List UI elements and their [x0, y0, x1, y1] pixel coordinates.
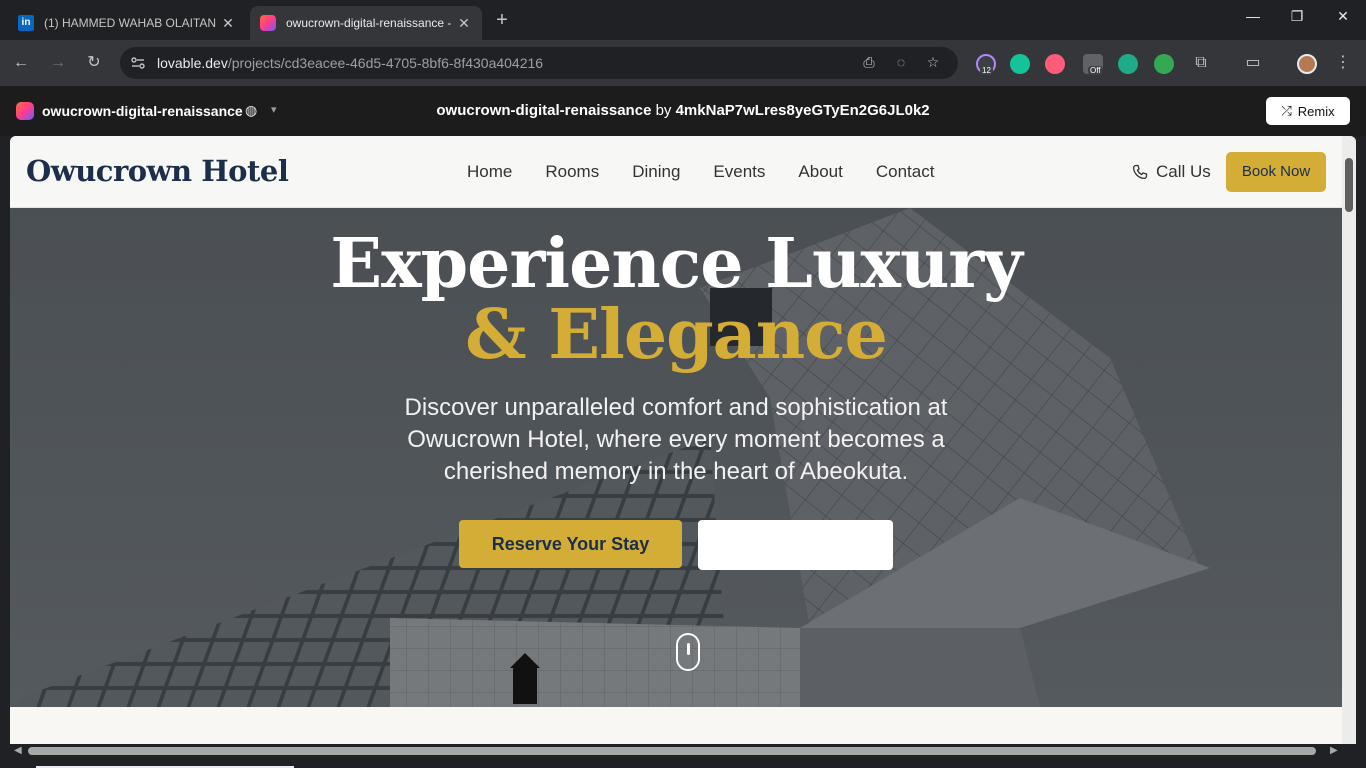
- book-now-button[interactable]: Book Now: [1226, 152, 1326, 192]
- new-tab-icon[interactable]: +: [492, 9, 512, 32]
- menu-kebab-icon[interactable]: ⋮: [1332, 52, 1354, 74]
- url-text: lovable.dev/projects/cd3eacee-46d5-4705-…: [157, 55, 544, 71]
- reserve-stay-button[interactable]: Reserve Your Stay: [459, 520, 682, 568]
- tab-linkedin[interactable]: in (1) HAMMED WAHAB OLAITAN ✕: [8, 6, 246, 40]
- profile-avatar[interactable]: [1297, 54, 1317, 74]
- remix-button[interactable]: ⤮ Remix: [1266, 97, 1350, 125]
- hero-subtitle: Discover unparalleled comfort and sophis…: [404, 394, 948, 485]
- minimize-icon[interactable]: —: [1230, 8, 1276, 24]
- close-tab-icon[interactable]: ✕: [220, 15, 236, 32]
- install-app-icon[interactable]: ⎙: [860, 54, 878, 72]
- linkedin-icon: in: [18, 15, 34, 31]
- scroll-right-icon[interactable]: ▶: [1330, 745, 1338, 756]
- forward-icon[interactable]: →: [47, 52, 69, 74]
- bookmark-star-icon[interactable]: ☆: [924, 54, 942, 72]
- extension-icon[interactable]: [1045, 54, 1065, 74]
- browser-tab-strip: in (1) HAMMED WAHAB OLAITAN ✕ owucrown-d…: [0, 0, 1366, 40]
- preview-viewport: Owucrown Hotel Home Rooms Dining Events …: [10, 136, 1356, 758]
- attribution-project: owucrown-digital-renaissance: [436, 102, 652, 119]
- tab-title: owucrown-digital-renaissance -: [286, 16, 452, 30]
- browser-toolbar: ← → ↻ lovable.dev/projects/cd3eacee-46d5…: [0, 40, 1366, 86]
- horizontal-scrollbar[interactable]: ◀ ▶: [10, 744, 1356, 758]
- scroll-indicator-icon[interactable]: [676, 633, 700, 671]
- next-section: [10, 707, 1342, 744]
- extension-icon[interactable]: [1118, 54, 1138, 74]
- grammarly-icon[interactable]: [1010, 54, 1030, 74]
- tab-title: (1) HAMMED WAHAB OLAITAN: [44, 16, 217, 30]
- attribution-by: by: [655, 102, 672, 119]
- address-bar[interactable]: lovable.dev/projects/cd3eacee-46d5-4705-…: [120, 47, 958, 79]
- back-icon[interactable]: ←: [10, 52, 32, 74]
- nav-dining[interactable]: Dining: [632, 162, 680, 182]
- site-nav: Home Rooms Dining Events About Contact: [467, 162, 967, 182]
- lovable-bar: owucrown-digital-renaissance ◍ ▾ owucrow…: [0, 86, 1366, 136]
- extension-badge: Off: [1088, 66, 1103, 75]
- attribution-owner: 4mkNaP7wLres8yeGTyEn2G6JL0k2: [675, 102, 930, 119]
- call-us-link[interactable]: Call Us: [1132, 162, 1211, 182]
- bottom-edge: [0, 758, 1366, 768]
- reading-list-icon[interactable]: ▭: [1242, 52, 1264, 74]
- remix-label: Remix: [1297, 103, 1335, 119]
- nav-home[interactable]: Home: [467, 162, 512, 182]
- site-header: Owucrown Hotel Home Rooms Dining Events …: [10, 136, 1342, 208]
- hero-title-line2: & Elegance: [465, 295, 888, 375]
- eye-off-icon[interactable]: ◌: [892, 54, 910, 72]
- scroll-left-icon[interactable]: ◀: [14, 745, 22, 756]
- call-us-label: Call Us: [1156, 162, 1211, 181]
- lightbulb-icon[interactable]: [1154, 54, 1174, 74]
- phone-icon: [1132, 164, 1148, 180]
- extensions-puzzle-icon[interactable]: ⧉: [1190, 52, 1212, 74]
- nav-about[interactable]: About: [798, 162, 842, 182]
- hero-section: Experience Luxury & Elegance Discover un…: [10, 208, 1342, 707]
- hero-title-line1: Experience Luxury: [330, 224, 1022, 304]
- nav-rooms[interactable]: Rooms: [545, 162, 599, 182]
- close-window-icon[interactable]: ✕: [1320, 8, 1366, 25]
- nav-contact[interactable]: Contact: [876, 162, 935, 182]
- tab-lovable[interactable]: owucrown-digital-renaissance - ✕: [250, 6, 482, 40]
- lovable-icon: [260, 15, 276, 31]
- nav-events[interactable]: Events: [713, 162, 765, 182]
- reload-icon[interactable]: ↻: [83, 52, 105, 74]
- project-attribution: owucrown-digital-renaissance by 4mkNaP7w…: [0, 102, 1366, 119]
- restore-icon[interactable]: ❐: [1274, 8, 1320, 25]
- shuffle-icon: ⤮: [1281, 103, 1292, 118]
- site-settings-icon[interactable]: [130, 55, 146, 71]
- vertical-scrollbar[interactable]: [1342, 136, 1356, 746]
- secondary-hero-button[interactable]: [698, 520, 893, 570]
- close-tab-icon[interactable]: ✕: [456, 15, 472, 32]
- hotel-brand[interactable]: Owucrown Hotel: [26, 154, 289, 188]
- extension-badge: 12: [980, 66, 993, 75]
